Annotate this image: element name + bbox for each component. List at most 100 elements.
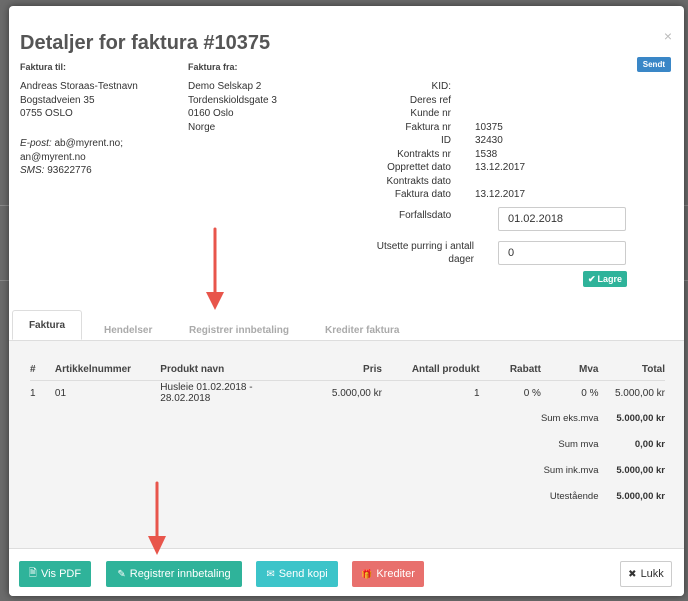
status-badge: Sendt xyxy=(636,57,671,72)
address-line: Tordenskioldsgate 3 xyxy=(188,94,277,106)
table-cell: 0 % xyxy=(540,380,599,405)
summary-row: Sum mva 0,00 kr xyxy=(30,431,665,457)
check-icon: ✔ xyxy=(587,273,596,284)
address-line: 0160 Oslo xyxy=(188,108,234,119)
detail-label: Kontrakts nr xyxy=(397,148,451,160)
invoice-lines-panel: # Artikkelnummer Produkt navn Pris Antal… xyxy=(9,341,684,548)
detail-label: Deres ref xyxy=(409,94,451,106)
detail-label: Faktura dato xyxy=(394,189,451,200)
summary-row: Utestående 5.000,00 kr xyxy=(30,483,665,509)
email-value-2: an@myrent.no xyxy=(20,151,86,163)
summary-row: Sum eks.mva 5.000,00 kr xyxy=(30,405,665,431)
detail-label: Faktura nr xyxy=(405,121,451,133)
detail-label: KID: xyxy=(431,81,451,92)
detail-label: Opprettet dato xyxy=(387,162,451,173)
invoice-from-address: Demo Selskap 2 Tordenskioldsgate 3 0160 … xyxy=(188,80,277,134)
register-payment-button[interactable]: ✎ Registrer innbetaling xyxy=(106,561,242,587)
column-header: Antall produkt xyxy=(411,363,480,375)
table-cell: Husleie 01.02.2018 - 28.02.2018 xyxy=(160,380,294,405)
summary-value: 5.000,00 kr xyxy=(616,464,665,476)
tab-krediter-faktura[interactable]: Krediter faktura xyxy=(325,325,399,336)
invoice-modal: Detaljer for faktura #10375 × Sendt Fakt… xyxy=(9,6,684,596)
credit-button[interactable]: 🎁 Krediter xyxy=(352,561,424,587)
tab-faktura[interactable]: Faktura xyxy=(12,310,82,340)
sms-value: 93622776 xyxy=(47,165,92,176)
tab-hendelser[interactable]: Hendelser xyxy=(104,325,152,336)
summary-label: Sum eks.mva xyxy=(540,412,599,424)
summary-value: 5.000,00 kr xyxy=(616,412,665,424)
save-button[interactable]: ✔ Lagre xyxy=(583,271,627,287)
detail-value xyxy=(475,94,595,108)
gift-icon: 🎁 xyxy=(361,568,373,579)
table-cell: 01 xyxy=(54,380,161,405)
detail-label: Kunde nr xyxy=(410,108,451,119)
column-header: Artikkelnummer xyxy=(54,363,132,375)
view-pdf-label: Vis PDF xyxy=(40,568,82,580)
column-header: Rabatt xyxy=(509,363,541,375)
table-cell: 1 xyxy=(30,380,55,405)
address-line: 0755 OSLO xyxy=(20,108,73,119)
detail-value: 13.12.2017 xyxy=(475,189,526,200)
save-button-label: Lagre xyxy=(597,274,623,284)
column-header: Mva xyxy=(579,363,599,375)
modal-footer: 🗎 Vis PDF ✎ Registrer innbetaling ✉ Send… xyxy=(9,548,684,596)
table-cell: 5.000,00 kr xyxy=(293,380,382,405)
table-cell: 5.000,00 kr xyxy=(598,380,665,405)
postpone-days-input[interactable] xyxy=(498,241,626,265)
register-payment-label: Registrer innbetaling xyxy=(129,568,231,580)
column-header: # xyxy=(30,363,36,375)
summary-label: Sum mva xyxy=(558,438,599,450)
detail-value: 13.12.2017 xyxy=(475,162,526,173)
detail-value xyxy=(475,80,595,94)
summary-value: 5.000,00 kr xyxy=(616,490,665,502)
address-line: Norge xyxy=(188,121,216,133)
email-value: ab@myrent.no; xyxy=(54,138,123,149)
address-line: Andreas Storaas-Testnavn xyxy=(20,81,138,92)
close-label: Lukk xyxy=(640,568,664,580)
invoice-to-address: Andreas Storaas-Testnavn Bogstadveien 35… xyxy=(20,80,138,121)
table-row: 1 01 Husleie 01.02.2018 - 28.02.2018 5.0… xyxy=(30,380,665,405)
send-copy-button[interactable]: ✉ Send kopi xyxy=(256,561,338,587)
close-button[interactable]: ✖ Lukk xyxy=(620,561,672,587)
table-header-row: # Artikkelnummer Produkt navn Pris Antal… xyxy=(30,358,665,381)
table-cell: 0 % xyxy=(479,380,541,405)
table-cell: 1 xyxy=(381,380,480,405)
address-line: Demo Selskap 2 xyxy=(188,81,262,92)
postpone-label-line: dager xyxy=(448,254,474,265)
detail-value: 10375 xyxy=(475,121,503,133)
address-line: Bogstadveien 35 xyxy=(20,94,95,106)
postpone-label-line: Utsette purring i antall xyxy=(376,241,474,252)
invoice-details: KID: Deres ref Kunde nr Faktura nr 10375 … xyxy=(316,80,595,202)
envelope-icon: ✉ xyxy=(266,568,275,580)
tab-registrer-innbetaling[interactable]: Registrer innbetaling xyxy=(189,325,289,336)
detail-value xyxy=(475,107,595,121)
detail-label: ID xyxy=(441,135,451,146)
tab-bar: Faktura Hendelser Registrer innbetaling … xyxy=(9,310,684,341)
file-pdf-icon: 🗎 xyxy=(28,567,37,579)
invoice-to-contact: E-post: ab@myrent.no; an@myrent.no SMS: … xyxy=(20,137,123,178)
invoice-lines-table: # Artikkelnummer Produkt navn Pris Antal… xyxy=(30,358,665,509)
edit-icon: ✎ xyxy=(117,568,126,580)
invoice-from-header: Faktura fra: xyxy=(188,62,238,72)
detail-value xyxy=(475,175,595,189)
detail-value: 32430 xyxy=(475,135,503,146)
due-date-input[interactable] xyxy=(498,207,626,231)
modal-title: Detaljer for faktura #10375 xyxy=(20,32,271,54)
close-icon[interactable]: × xyxy=(664,28,672,44)
summary-label: Sum ink.mva xyxy=(543,464,599,476)
summary-value: 0,00 kr xyxy=(634,438,665,450)
close-icon: ✖ xyxy=(628,568,637,580)
detail-label: Kontrakts dato xyxy=(386,175,451,187)
summary-row: Sum ink.mva 5.000,00 kr xyxy=(30,457,665,483)
summary-label: Utestående xyxy=(549,490,599,502)
detail-value: 1538 xyxy=(475,148,498,160)
column-header: Pris xyxy=(363,363,382,375)
red-arrow-icon xyxy=(206,227,224,310)
due-date-label: Forfallsdato xyxy=(399,210,452,221)
email-label: E-post: xyxy=(20,138,52,149)
credit-label: Krediter xyxy=(376,568,415,580)
view-pdf-button[interactable]: 🗎 Vis PDF xyxy=(19,561,91,587)
sms-label: SMS: xyxy=(20,165,45,176)
send-copy-label: Send kopi xyxy=(278,568,328,580)
column-header: Total xyxy=(641,363,665,375)
